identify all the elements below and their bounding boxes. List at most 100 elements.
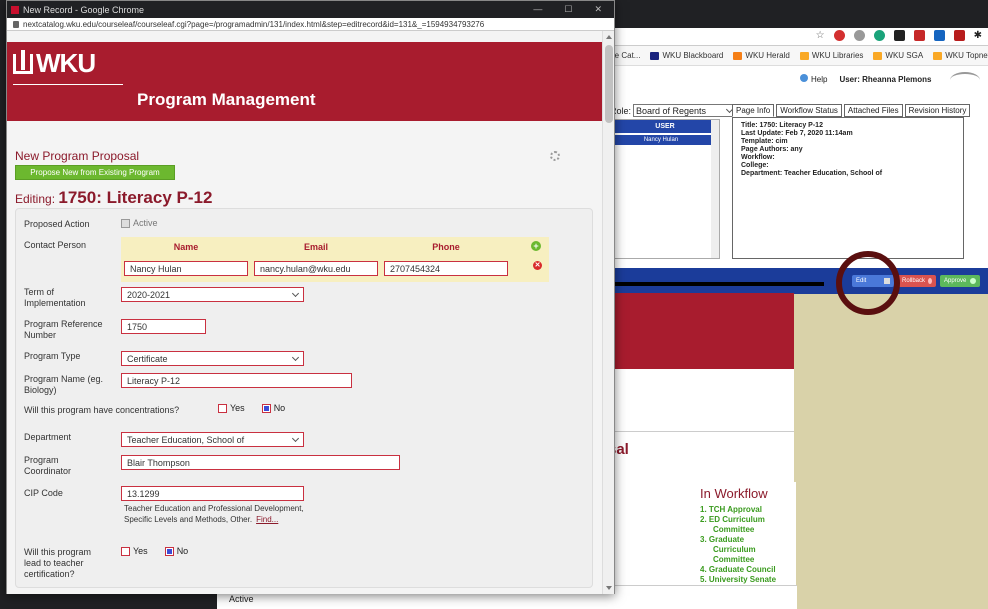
bookmarks-bar: ate Cat... WKU Blackboard WKU Herald WKU… <box>600 46 988 66</box>
info-last-update: Last Update: Feb 7, 2020 11:14am <box>741 130 853 137</box>
proposal-title: New Program Proposal <box>15 149 140 163</box>
bookmark-item[interactable]: WKU Blackboard <box>650 51 723 60</box>
col-email: Email <box>303 242 328 252</box>
extension-icon[interactable] <box>833 30 845 41</box>
info-tabs: Page Info Workflow Status Attached Files… <box>732 104 971 117</box>
find-link[interactable]: Find... <box>256 515 278 524</box>
tab-workflow-status[interactable]: Workflow Status <box>776 104 842 117</box>
approve-icon <box>970 278 976 284</box>
help-link[interactable]: Help <box>800 74 827 84</box>
add-row-icon[interactable]: + <box>531 241 541 251</box>
info-department: Department: Teacher Education, School of <box>741 170 883 177</box>
popup-address-bar[interactable]: nextcatalog.wku.edu/courseleaf/courselea… <box>7 18 614 31</box>
background-browser-titlebar <box>600 0 988 28</box>
popup-titlebar: New Record - Google Chrome — ☐ ✕ <box>7 1 614 18</box>
bookmark-icon <box>650 51 660 60</box>
propose-from-existing-button[interactable]: Propose New from Existing Program <box>15 165 175 180</box>
extension-icon[interactable] <box>933 30 945 41</box>
bookmark-item[interactable]: WKU Herald <box>733 51 790 60</box>
popup-scrollbar[interactable] <box>602 31 614 594</box>
user-list-header: USER <box>611 120 719 133</box>
star-icon[interactable]: ☆ <box>816 30 825 41</box>
cip-code-input[interactable]: 13.1299 <box>121 486 304 501</box>
program-type-label: Program Type <box>24 351 81 361</box>
extension-icon[interactable] <box>853 30 865 41</box>
contact-table-row: Nancy Hulan nancy.hulan@wku.edu 27074543… <box>121 257 549 282</box>
user-list-item[interactable]: Nancy Hulan <box>611 135 711 145</box>
program-name-input[interactable]: Literacy P-12 <box>121 373 352 388</box>
lock-icon <box>13 20 19 28</box>
contact-name-input[interactable]: Nancy Hulan <box>124 261 248 276</box>
department-select[interactable]: Teacher Education, School of <box>121 432 304 447</box>
gear-icon[interactable] <box>550 151 560 161</box>
bookmark-icon <box>733 51 743 60</box>
annotation-circle <box>836 251 900 315</box>
yes-label: Yes <box>133 546 148 556</box>
close-icon[interactable]: ✕ <box>594 4 602 15</box>
window-title: New Record - Google Chrome <box>23 4 145 15</box>
wku-banner: WKU Program Management <box>7 42 603 121</box>
role-selector: Role: Board of Regents <box>610 104 736 117</box>
scrollbar-thumb[interactable] <box>605 45 613 123</box>
courseleaf-logo <box>950 72 980 88</box>
program-type-select[interactable]: Certificate <box>121 351 304 366</box>
scroll-down-icon[interactable] <box>606 586 612 590</box>
term-select[interactable]: 2020-2021 <box>121 287 304 302</box>
scroll-up-icon[interactable] <box>606 35 612 39</box>
yes-label: Yes <box>230 403 245 413</box>
page-info-panel: Title: 1750: Literacy P-12 Last Update: … <box>732 117 964 259</box>
extension-icon[interactable] <box>913 30 925 41</box>
bookmark-item[interactable]: WKU Topnet <box>933 51 988 60</box>
workflow-title: In Workflow <box>700 486 768 501</box>
reference-number-label: Program Reference Number <box>24 319 103 340</box>
teacher-cert-yes-checkbox[interactable] <box>121 546 130 556</box>
minimize-icon[interactable]: — <box>533 4 542 15</box>
proposed-action-checkbox[interactable]: Active <box>121 218 158 228</box>
col-name: Name <box>173 242 199 252</box>
workflow-step: 1. TCH Approval <box>700 505 762 514</box>
help-icon <box>800 74 808 82</box>
bookmark-item[interactable]: WKU Libraries <box>799 51 863 60</box>
user-list: USER Nancy Hulan <box>610 119 720 259</box>
extension-icon[interactable] <box>893 30 905 41</box>
delete-row-icon[interactable]: ✕ <box>533 261 542 270</box>
concentrations-no-checkbox[interactable] <box>261 403 271 413</box>
department-label: Department <box>24 432 72 442</box>
favicon-icon <box>11 5 19 14</box>
cip-description: Teacher Education and Professional Devel… <box>124 504 304 524</box>
tab-attached-files[interactable]: Attached Files <box>843 104 903 117</box>
extension-icon[interactable] <box>953 30 965 41</box>
new-record-window: New Record - Google Chrome — ☐ ✕ nextcat… <box>6 0 615 594</box>
tab-revision-history[interactable]: Revision History <box>904 104 971 117</box>
chevron-down-icon <box>291 434 300 442</box>
user-label: User: Rheanna Plemons <box>839 74 932 84</box>
bookmark-item[interactable]: WKU SGA <box>873 51 923 60</box>
chevron-down-icon <box>291 353 300 361</box>
bookmark-icon <box>799 51 809 60</box>
reference-number-input[interactable]: 1750 <box>121 319 206 334</box>
approve-button[interactable]: Approve <box>940 275 980 287</box>
status-text: Active <box>229 594 254 604</box>
header-links: Help User: Rheanna Plemons <box>800 74 931 84</box>
proposed-action-label: Proposed Action <box>24 219 90 229</box>
workflow-step: 2. ED Curriculum <box>700 515 765 524</box>
workflow-step: 5. University Senate <box>700 575 777 584</box>
info-college: College: <box>741 162 769 169</box>
puzzle-icon[interactable]: ✱ <box>974 30 982 41</box>
concentrations-yes-checkbox[interactable] <box>218 403 227 413</box>
coordinator-input[interactable]: Blair Thompson <box>121 455 400 470</box>
role-select[interactable]: Board of Regents <box>633 104 736 117</box>
maximize-icon[interactable]: ☐ <box>564 4 572 15</box>
info-title: Title: 1750: Literacy P-12 <box>741 122 823 129</box>
checkbox[interactable] <box>121 218 130 228</box>
concentrations-options: Yes No <box>218 403 285 413</box>
col-phone: Phone <box>432 242 460 252</box>
user-list-scrollbar[interactable] <box>711 120 719 258</box>
rollback-button[interactable]: Rollback <box>898 275 936 287</box>
program-name-label: Program Name (eg. Biology) <box>24 374 104 395</box>
contact-email-input[interactable]: nancy.hulan@wku.edu <box>254 261 378 276</box>
teacher-cert-no-checkbox[interactable] <box>164 546 174 556</box>
tab-page-info[interactable]: Page Info <box>732 104 775 117</box>
extension-icon[interactable] <box>873 30 885 41</box>
contact-phone-input[interactable]: 2707454324 <box>384 261 508 276</box>
